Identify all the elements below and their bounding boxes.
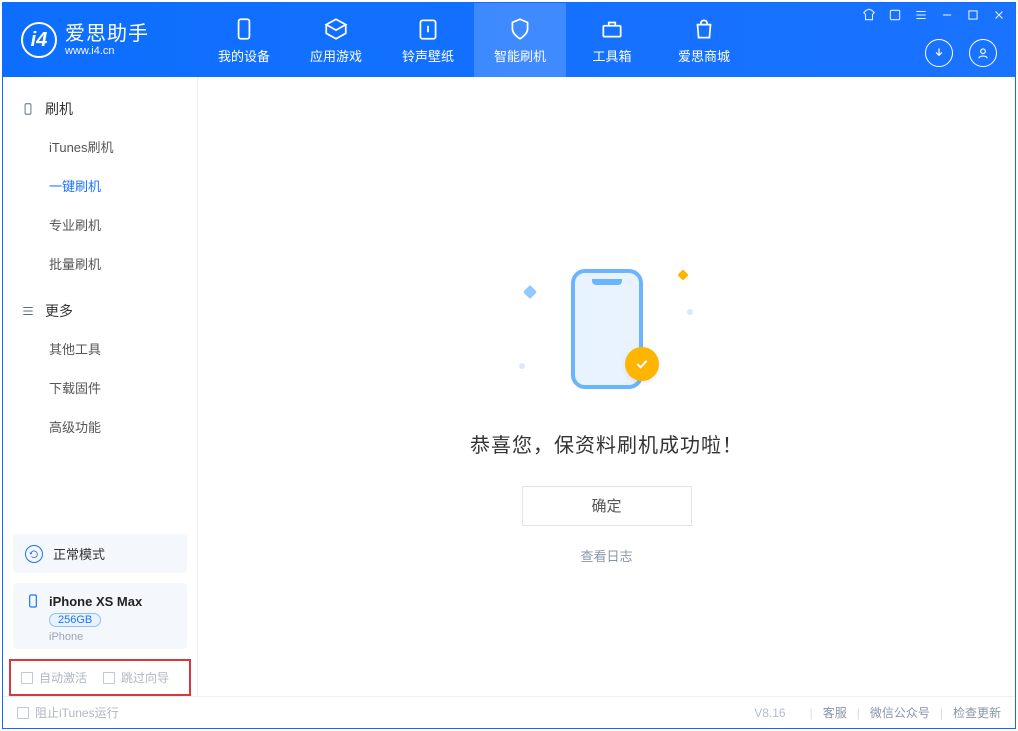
- feedback-icon[interactable]: [887, 7, 903, 23]
- maximize-icon[interactable]: [965, 7, 981, 23]
- music-icon: [415, 16, 441, 42]
- titlebar: i4 爱思助手 www.i4.cn 我的设备 应用游戏 铃声壁纸 智能刷机: [3, 3, 1015, 77]
- logo-icon: i4: [21, 22, 57, 58]
- tab-my-device[interactable]: 我的设备: [198, 3, 290, 77]
- tab-toolbox[interactable]: 工具箱: [566, 3, 658, 77]
- refresh-icon: [25, 545, 43, 563]
- view-log-link[interactable]: 查看日志: [580, 546, 632, 565]
- main-tabs: 我的设备 应用游戏 铃声壁纸 智能刷机 工具箱 爱思商城: [198, 3, 750, 77]
- main-content: 恭喜您，保资料刷机成功啦！ 确定 查看日志: [198, 77, 1015, 696]
- highlight-box: 自动激活 跳过向导: [9, 659, 191, 696]
- phone-small-icon: [25, 593, 41, 609]
- app-logo: i4 爱思助手 www.i4.cn: [3, 22, 198, 58]
- app-url: www.i4.cn: [65, 45, 149, 57]
- sidebar-group-more: 更多: [3, 293, 197, 329]
- device-icon: [21, 102, 35, 116]
- tab-flash[interactable]: 智能刷机: [474, 3, 566, 77]
- sidebar-item-advanced[interactable]: 高级功能: [3, 407, 197, 446]
- shield-icon: [507, 16, 533, 42]
- download-icon[interactable]: [925, 39, 953, 67]
- storage-badge: 256GB: [49, 613, 101, 627]
- sidebar-item-oneclick-flash[interactable]: 一键刷机: [3, 166, 197, 205]
- success-message: 恭喜您，保资料刷机成功啦！: [470, 429, 743, 458]
- sidebar: 刷机 iTunes刷机 一键刷机 专业刷机 批量刷机 更多 其他工具 下载固件 …: [3, 77, 198, 696]
- sidebar-item-pro-flash[interactable]: 专业刷机: [3, 205, 197, 244]
- cube-icon: [323, 16, 349, 42]
- user-icon[interactable]: [969, 39, 997, 67]
- tab-apps[interactable]: 应用游戏: [290, 3, 382, 77]
- mode-card[interactable]: 正常模式: [13, 534, 187, 573]
- phone-icon: [231, 16, 257, 42]
- sidebar-item-other-tools[interactable]: 其他工具: [3, 329, 197, 368]
- wechat-link[interactable]: 微信公众号: [870, 704, 930, 721]
- bag-icon: [691, 16, 717, 42]
- sidebar-item-batch-flash[interactable]: 批量刷机: [3, 244, 197, 283]
- tab-store[interactable]: 爱思商城: [658, 3, 750, 77]
- sidebar-item-download-fw[interactable]: 下载固件: [3, 368, 197, 407]
- support-link[interactable]: 客服: [823, 704, 847, 721]
- checkbox-block-itunes[interactable]: 阻止iTunes运行: [17, 704, 119, 721]
- statusbar: 阻止iTunes运行 V8.16 | 客服 | 微信公众号 | 检查更新: [3, 696, 1015, 728]
- checkbox-skip-wizard[interactable]: 跳过向导: [103, 669, 169, 686]
- toolbox-icon: [599, 16, 625, 42]
- version-label: V8.16: [754, 706, 785, 720]
- checkbox-auto-activate[interactable]: 自动激活: [21, 669, 87, 686]
- minimize-icon[interactable]: [939, 7, 955, 23]
- app-name: 爱思助手: [65, 23, 149, 45]
- confirm-button[interactable]: 确定: [522, 486, 692, 526]
- tab-ringtones[interactable]: 铃声壁纸: [382, 3, 474, 77]
- list-icon: [21, 304, 35, 318]
- device-type: iPhone: [49, 631, 175, 643]
- sidebar-group-flash: 刷机: [3, 91, 197, 127]
- menu-icon[interactable]: [913, 7, 929, 23]
- update-link[interactable]: 检查更新: [953, 704, 1001, 721]
- check-icon: [625, 347, 659, 381]
- skin-icon[interactable]: [861, 7, 877, 23]
- header-actions: [925, 39, 997, 67]
- window-controls: [861, 7, 1007, 23]
- sidebar-item-itunes-flash[interactable]: iTunes刷机: [3, 127, 197, 166]
- close-icon[interactable]: [991, 7, 1007, 23]
- device-card[interactable]: iPhone XS Max 256GB iPhone: [13, 583, 187, 649]
- success-illustration: [517, 249, 697, 409]
